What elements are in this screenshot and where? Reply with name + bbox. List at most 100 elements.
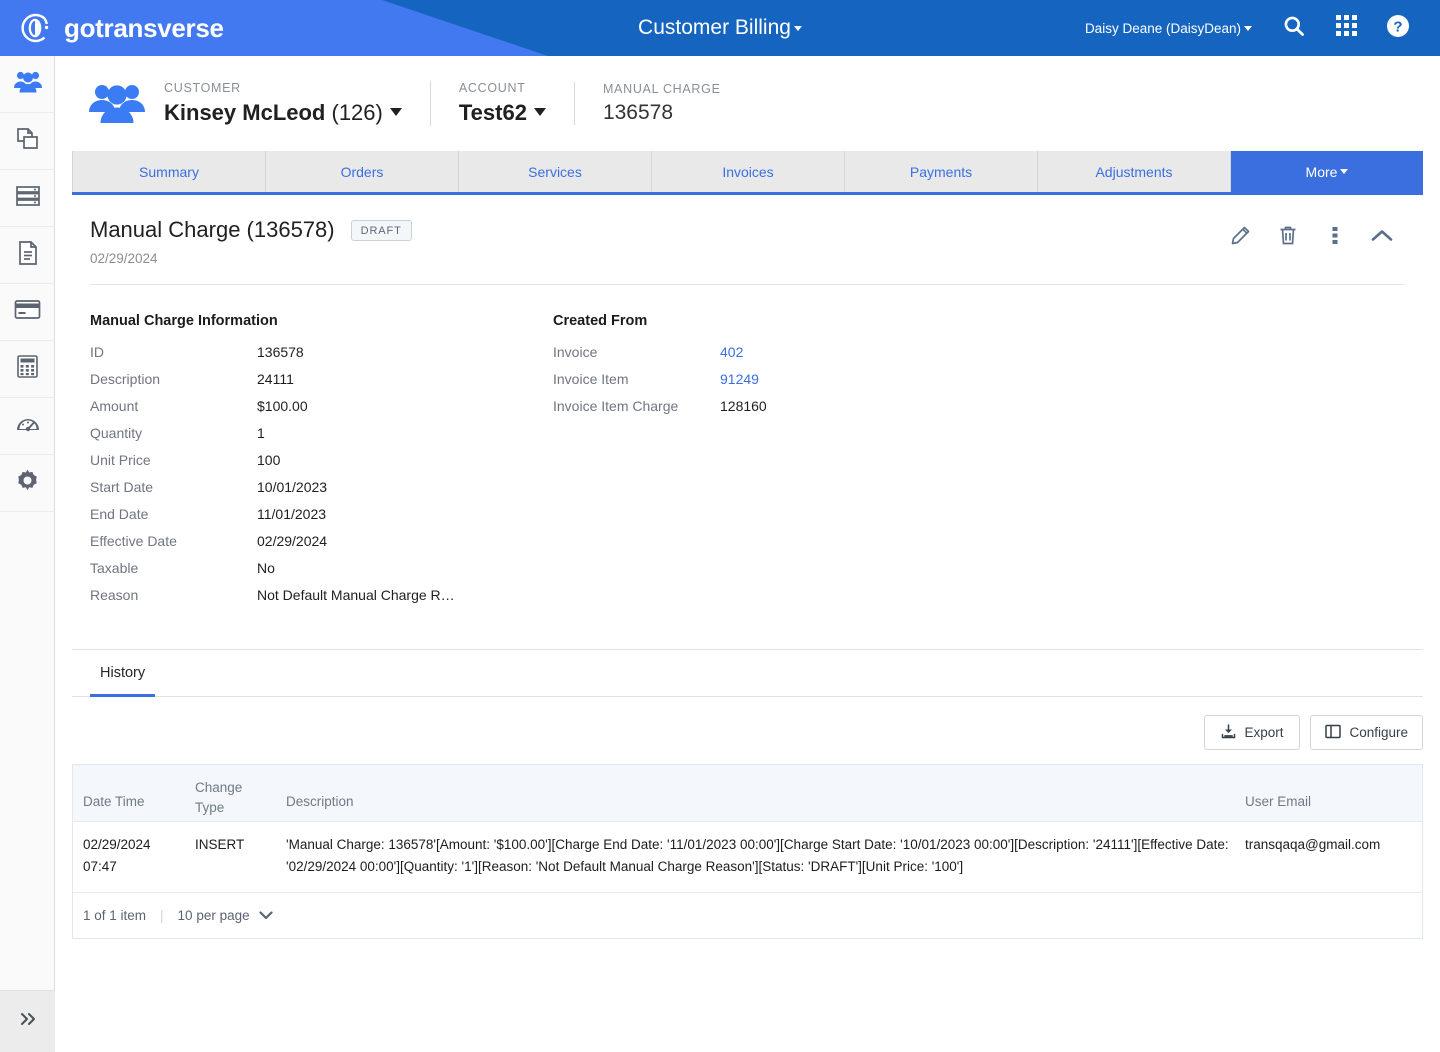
tab-adjustments[interactable]: Adjustments bbox=[1038, 151, 1231, 192]
context-account-value: Test62 bbox=[459, 100, 546, 126]
account-tabs: Summary Orders Services Invoices Payment… bbox=[72, 151, 1423, 195]
history-table: Date Time Change Type Description User E… bbox=[72, 764, 1423, 939]
tab-history[interactable]: History bbox=[90, 665, 156, 697]
context-customer[interactable]: CUSTOMER Kinsey McLeod (126) bbox=[164, 81, 430, 126]
search-button[interactable] bbox=[1268, 0, 1320, 56]
context-customer-id: (126) bbox=[331, 100, 383, 125]
column-header-user-email[interactable]: User Email bbox=[1245, 794, 1422, 821]
tab-invoices[interactable]: Invoices bbox=[652, 151, 845, 192]
export-label: Export bbox=[1244, 725, 1284, 740]
manual-charge-information-heading: Manual Charge Information bbox=[90, 313, 278, 329]
sidebar-item-settings[interactable] bbox=[0, 455, 55, 512]
apps-grid-button[interactable] bbox=[1320, 0, 1372, 56]
per-page-selector[interactable]: 10 per page bbox=[178, 908, 273, 923]
chevron-down-icon[interactable] bbox=[533, 108, 546, 116]
detail-key: End Date bbox=[90, 506, 149, 522]
tab-label: Adjustments bbox=[1095, 163, 1173, 180]
detail-value: 136578 bbox=[257, 344, 304, 360]
sidebar-item-payments[interactable] bbox=[0, 284, 55, 341]
sidebar-item-customers[interactable] bbox=[0, 56, 55, 113]
sidebar-item-calculator[interactable] bbox=[0, 341, 55, 398]
credit-card-icon bbox=[14, 299, 41, 325]
detail-row: Reason Not Default Manual Charge R… bbox=[90, 587, 553, 614]
user-menu[interactable]: Daisy Deane (DaisyDean) bbox=[1085, 21, 1252, 36]
detail-key: Effective Date bbox=[90, 533, 177, 549]
detail-row: End Date 11/01/2023 bbox=[90, 506, 553, 533]
context-account[interactable]: ACCOUNT Test62 bbox=[429, 81, 574, 126]
invoice-link[interactable]: 402 bbox=[720, 344, 743, 360]
detail-row: ID 136578 bbox=[90, 344, 553, 371]
trash-delete-icon bbox=[1278, 225, 1298, 251]
apps-grid-icon bbox=[1335, 15, 1357, 41]
user-menu-label: Daisy Deane (DaisyDean) bbox=[1084, 20, 1241, 36]
per-page-label: 10 per page bbox=[177, 907, 250, 923]
gotransverse-logo-icon bbox=[18, 11, 52, 45]
tab-more[interactable]: More bbox=[1231, 151, 1423, 192]
vertical-dots-more-icon bbox=[1332, 225, 1338, 251]
tab-summary[interactable]: Summary bbox=[72, 151, 266, 192]
chevron-down-icon bbox=[793, 25, 802, 31]
tab-payments[interactable]: Payments bbox=[845, 151, 1038, 192]
more-actions-button[interactable] bbox=[1311, 221, 1358, 255]
page-title: Manual Charge (136578) bbox=[90, 217, 335, 242]
footer-separator: | bbox=[160, 907, 164, 923]
customers-icon bbox=[13, 70, 43, 99]
detail-key: Amount bbox=[90, 398, 139, 414]
servers-icon bbox=[15, 185, 41, 212]
detail-key: Quantity bbox=[90, 425, 143, 441]
tab-label: Services bbox=[528, 163, 582, 180]
brand-name: gotransverse bbox=[64, 12, 224, 43]
cell-change-type: INSERT bbox=[195, 837, 245, 852]
sidebar-item-dashboard[interactable] bbox=[0, 398, 55, 455]
table-row[interactable]: 02/29/2024 07:47 INSERT 'Manual Charge: … bbox=[73, 821, 1422, 892]
collapse-button[interactable] bbox=[1358, 221, 1405, 255]
gauge-icon bbox=[15, 412, 41, 441]
detail-key: Taxable bbox=[90, 560, 139, 576]
detail-row: Invoice Item 91249 bbox=[553, 371, 1053, 398]
invoice-item-link[interactable]: 91249 bbox=[720, 371, 759, 387]
sidebar-item-documents[interactable] bbox=[0, 113, 55, 170]
cell-user-email: transqaqa@gmail.com bbox=[1245, 837, 1381, 852]
detail-key: Description bbox=[90, 371, 161, 387]
column-header-change-type[interactable]: Change Type bbox=[195, 778, 286, 817]
sidebar-item-servers[interactable] bbox=[0, 170, 55, 227]
detail-value: 1 bbox=[257, 425, 265, 441]
detail-key: Start Date bbox=[90, 479, 154, 495]
pencil-edit-icon bbox=[1230, 225, 1251, 251]
detail-row: Invoice 402 bbox=[553, 344, 1053, 371]
detail-row: Amount $100.00 bbox=[90, 398, 553, 425]
delete-button[interactable] bbox=[1264, 221, 1311, 255]
help-button[interactable]: ? bbox=[1372, 0, 1424, 56]
cell-description: 'Manual Charge: 136578'[Amount: '$100.00… bbox=[286, 837, 1229, 874]
column-header-date-time[interactable]: Date Time bbox=[73, 794, 195, 821]
detail-value: 10/01/2023 bbox=[257, 479, 328, 495]
context-account-name: Test62 bbox=[458, 100, 527, 125]
cell-date: 02/29/2024 bbox=[83, 837, 151, 852]
column-header-description[interactable]: Description bbox=[286, 794, 1245, 821]
edit-button[interactable] bbox=[1217, 221, 1264, 255]
sidebar-expand-button[interactable] bbox=[0, 990, 55, 1052]
chevron-down-icon[interactable] bbox=[389, 108, 402, 116]
tab-orders[interactable]: Orders bbox=[266, 151, 459, 192]
context-manual-charge: MANUAL CHARGE 136578 bbox=[573, 82, 749, 125]
detail-value: 128160 bbox=[720, 398, 767, 414]
detail-value: $100.00 bbox=[257, 398, 308, 414]
sidebar-item-document[interactable] bbox=[0, 227, 55, 284]
tab-services[interactable]: Services bbox=[459, 151, 652, 192]
context-customer-value: Kinsey McLeod (126) bbox=[164, 100, 402, 126]
export-button[interactable]: Export bbox=[1204, 715, 1301, 750]
left-sidebar bbox=[0, 56, 55, 1052]
tab-label: Payments bbox=[909, 163, 973, 180]
chevron-down-icon bbox=[259, 908, 273, 923]
panel-title-wrap: Manual Charge (136578) DRAFT 02/29/2024 bbox=[90, 217, 1217, 266]
detail-row: Effective Date 02/29/2024 bbox=[90, 533, 553, 560]
detail-row: Unit Price 100 bbox=[90, 452, 553, 479]
chevron-up-collapse-icon bbox=[1370, 227, 1394, 250]
panel-title-row: Manual Charge (136578) DRAFT bbox=[90, 217, 1217, 243]
table-header-row: Date Time Change Type Description User E… bbox=[73, 765, 1422, 821]
brand[interactable]: gotransverse bbox=[18, 0, 224, 56]
context-manual-charge-label: MANUAL CHARGE bbox=[602, 82, 721, 96]
calculator-icon bbox=[16, 354, 39, 384]
configure-button[interactable]: Configure bbox=[1310, 715, 1423, 750]
